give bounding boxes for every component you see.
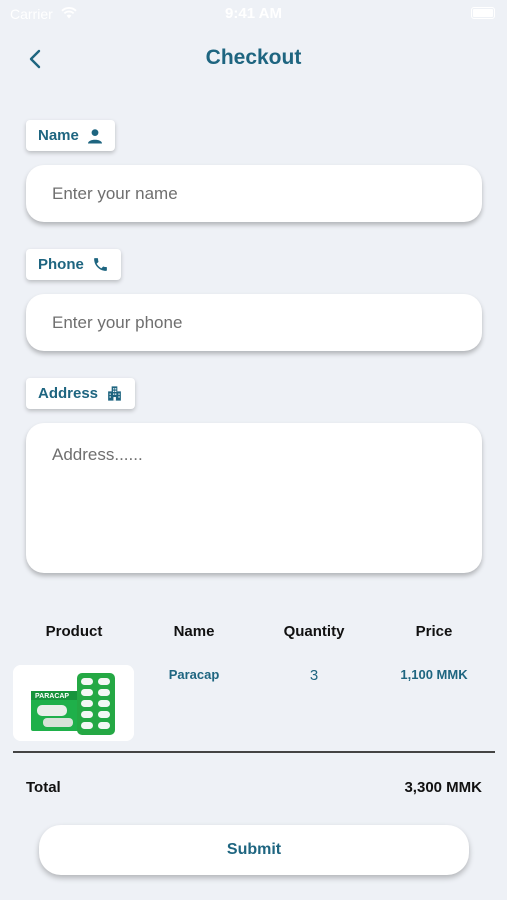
column-header-product: Product (45, 623, 103, 640)
column-header-quantity: Quantity (283, 623, 345, 640)
total-value: 3,300 MMK (404, 779, 482, 796)
table-divider (13, 751, 495, 753)
phone-icon (92, 256, 109, 273)
address-label: Address (26, 378, 136, 409)
product-price: 1,100 MMK (400, 667, 468, 682)
person-icon (87, 128, 103, 144)
checkout-screen: Carrier 9:41 AM Checkout Name Phone (0, 0, 507, 900)
name-label-text: Name (38, 127, 79, 144)
address-input[interactable] (26, 423, 482, 573)
status-time: 9:41 AM (225, 5, 282, 22)
product-name: Paracap (168, 667, 220, 682)
column-header-name: Name (173, 623, 215, 640)
building-icon (106, 385, 123, 402)
phone-label-text: Phone (38, 256, 84, 273)
total-label: Total (26, 779, 61, 796)
address-label-text: Address (38, 385, 99, 402)
submit-button[interactable]: Submit (39, 825, 469, 875)
product-brand-text: PARACAP (35, 693, 69, 700)
status-bar: Carrier 9:41 AM (0, 0, 507, 28)
name-label: Name (26, 120, 115, 151)
product-quantity: 3 (309, 667, 319, 684)
product-image: PARACAP (13, 665, 134, 741)
battery-icon (471, 7, 495, 19)
phone-input[interactable] (26, 294, 482, 351)
column-header-price: Price (415, 623, 453, 640)
name-input[interactable] (26, 165, 482, 222)
phone-label: Phone (26, 249, 121, 280)
page-title: Checkout (205, 46, 302, 69)
